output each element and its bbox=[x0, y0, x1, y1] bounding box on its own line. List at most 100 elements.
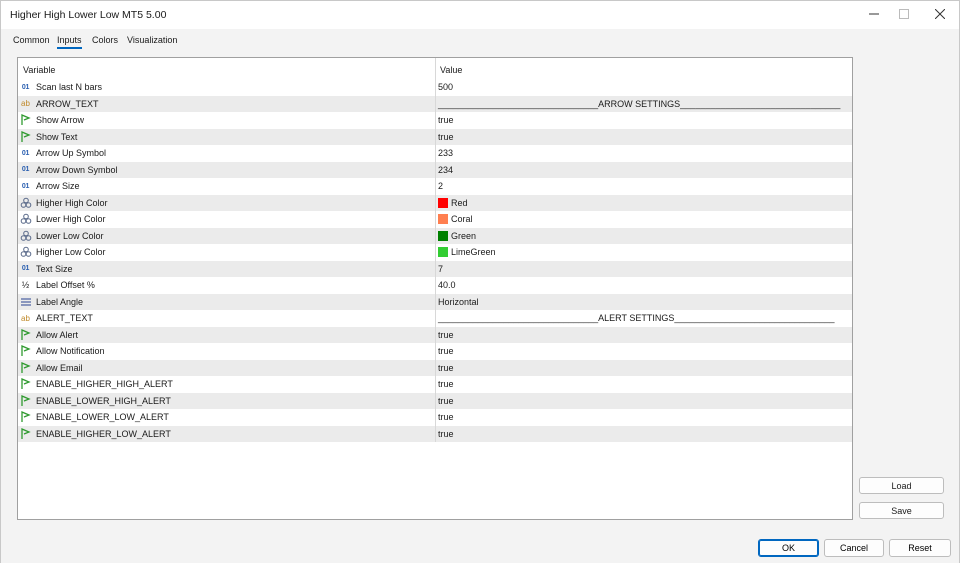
fraction-type-icon: ½ bbox=[21, 280, 30, 291]
variable-cell[interactable]: Allow Email bbox=[19, 360, 435, 377]
value-cell[interactable]: ________________________________ARROW SE… bbox=[435, 95, 852, 112]
load-button[interactable]: Load bbox=[859, 477, 944, 494]
variable-cell[interactable]: Show Arrow bbox=[19, 112, 435, 129]
tab-bar: Common Inputs Colors Visualization bbox=[1, 29, 959, 51]
value-cell[interactable]: true bbox=[435, 392, 852, 409]
variable-cell[interactable]: ½ Label Offset % bbox=[19, 277, 435, 294]
boolean-flag-icon bbox=[19, 378, 32, 390]
table-row[interactable]: 01 Scan last N bars 500 bbox=[18, 79, 852, 96]
table-row[interactable]: ENABLE_HIGHER_HIGH_ALERT true bbox=[18, 376, 852, 393]
value-cell[interactable]: ________________________________ALERT SE… bbox=[435, 310, 852, 327]
value-cell[interactable]: true bbox=[435, 112, 852, 129]
table-row[interactable]: Label Angle Horizontal bbox=[18, 293, 852, 311]
table-row[interactable]: ENABLE_LOWER_HIGH_ALERT true bbox=[18, 392, 852, 410]
table-row[interactable]: Show Text true bbox=[18, 128, 852, 146]
value-cell[interactable]: true bbox=[435, 359, 852, 376]
variable-cell[interactable]: Higher Low Color bbox=[19, 244, 435, 261]
value-cell[interactable]: true bbox=[435, 376, 852, 393]
variable-cell[interactable]: 01 Arrow Down Symbol bbox=[19, 162, 435, 179]
table-row[interactable]: Lower High Color Coral bbox=[18, 211, 852, 228]
table-row[interactable]: 01 Arrow Down Symbol 234 bbox=[18, 161, 852, 179]
table-row[interactable]: Lower Low Color Green bbox=[18, 227, 852, 245]
value-cell[interactable]: Coral bbox=[435, 211, 852, 228]
cancel-button[interactable]: Cancel bbox=[824, 539, 884, 557]
close-button[interactable] bbox=[922, 1, 958, 29]
grid-header: Variable Value bbox=[18, 58, 852, 79]
header-variable[interactable]: Variable bbox=[23, 65, 55, 75]
variable-cell[interactable]: Higher High Color bbox=[19, 195, 435, 212]
tab-colors[interactable]: Colors bbox=[92, 35, 118, 45]
table-row[interactable]: Higher High Color Red bbox=[18, 194, 852, 212]
value-cell[interactable]: 234 bbox=[435, 161, 852, 178]
variable-cell[interactable]: 01 Arrow Up Symbol bbox=[19, 145, 435, 162]
variable-name: Show Text bbox=[36, 131, 78, 142]
variable-cell[interactable]: Show Text bbox=[19, 129, 435, 146]
variable-name: Allow Alert bbox=[36, 329, 79, 340]
variable-cell[interactable]: ENABLE_LOWER_LOW_ALERT bbox=[19, 409, 435, 426]
value-cell[interactable]: 40.0 bbox=[435, 277, 852, 294]
variable-cell[interactable]: ab ALERT_TEXT bbox=[19, 310, 435, 327]
table-row[interactable]: Allow Alert true bbox=[18, 326, 852, 344]
table-row[interactable]: Higher Low Color LimeGreen bbox=[18, 244, 852, 261]
value-cell[interactable]: true bbox=[435, 343, 852, 360]
value-cell[interactable]: true bbox=[435, 326, 852, 343]
ok-button[interactable]: OK bbox=[758, 539, 819, 557]
variable-cell[interactable]: Label Angle bbox=[19, 294, 435, 311]
variable-cell[interactable]: ab ARROW_TEXT bbox=[19, 96, 435, 113]
color-swatch[interactable] bbox=[438, 214, 448, 225]
reset-button[interactable]: Reset bbox=[889, 539, 951, 557]
color-swatch[interactable] bbox=[438, 230, 448, 241]
variable-cell[interactable]: ENABLE_LOWER_HIGH_ALERT bbox=[19, 393, 435, 410]
value-cell[interactable]: true bbox=[435, 409, 852, 426]
variable-cell[interactable]: Lower Low Color bbox=[19, 228, 435, 245]
value-cell[interactable]: 233 bbox=[435, 145, 852, 162]
value-text: 500 bbox=[438, 82, 454, 93]
variable-name: Lower High Color bbox=[36, 214, 106, 225]
variable-cell[interactable]: Allow Alert bbox=[19, 327, 435, 344]
value-cell[interactable]: Green bbox=[435, 227, 852, 244]
tab-common[interactable]: Common bbox=[13, 35, 50, 45]
inputs-grid[interactable]: Variable Value 01 Scan last N bars 500 ab AR… bbox=[17, 57, 853, 520]
variable-cell[interactable]: 01 Scan last N bars bbox=[19, 79, 435, 96]
variable-name: ALERT_TEXT bbox=[36, 313, 93, 324]
value-cell[interactable]: 7 bbox=[435, 260, 852, 277]
variable-cell[interactable]: 01 Text Size bbox=[19, 261, 435, 278]
variable-name: ENABLE_LOWER_LOW_ALERT bbox=[36, 412, 169, 423]
table-row[interactable]: ab ALERT_TEXT ____________________________… bbox=[18, 310, 852, 327]
variable-cell[interactable]: ENABLE_HIGHER_LOW_ALERT bbox=[19, 426, 435, 443]
value-cell[interactable]: Horizontal bbox=[435, 293, 852, 310]
tab-inputs[interactable]: Inputs bbox=[57, 35, 82, 49]
variable-cell[interactable]: Allow Notification bbox=[19, 343, 435, 360]
table-row[interactable]: ENABLE_HIGHER_LOW_ALERT true bbox=[18, 425, 852, 443]
tab-visualization[interactable]: Visualization bbox=[127, 35, 177, 45]
maximize-button[interactable] bbox=[886, 1, 922, 29]
variable-cell[interactable]: 01 Arrow Size bbox=[19, 178, 435, 195]
table-row[interactable]: Show Arrow true bbox=[18, 112, 852, 129]
color-swatch[interactable] bbox=[438, 247, 448, 258]
value-cell[interactable]: Red bbox=[435, 194, 852, 211]
table-row[interactable]: Allow Email true bbox=[18, 359, 852, 377]
table-row[interactable]: 01 Text Size 7 bbox=[18, 260, 852, 278]
value-cell[interactable]: true bbox=[435, 128, 852, 145]
boolean-flag-icon bbox=[19, 427, 32, 440]
table-row[interactable]: 01 Arrow Up Symbol 233 bbox=[18, 145, 852, 162]
header-value[interactable]: Value bbox=[440, 65, 462, 75]
header-divider[interactable] bbox=[435, 58, 436, 79]
table-row[interactable]: 01 Arrow Size 2 bbox=[18, 178, 852, 195]
table-row[interactable]: Allow Notification true bbox=[18, 343, 852, 360]
variable-name: Higher Low Color bbox=[36, 247, 106, 258]
value-text: Coral bbox=[451, 214, 473, 225]
variable-cell[interactable]: Lower High Color bbox=[19, 211, 435, 228]
table-row[interactable]: ENABLE_LOWER_LOW_ALERT true bbox=[18, 409, 852, 426]
value-cell[interactable]: true bbox=[435, 425, 852, 442]
save-button[interactable]: Save bbox=[859, 502, 944, 519]
color-swatch[interactable] bbox=[438, 197, 448, 208]
boolean-flag-icon bbox=[19, 394, 32, 407]
table-row[interactable]: ½ Label Offset % 40.0 bbox=[18, 277, 852, 294]
table-row[interactable]: ab ARROW_TEXT ____________________________… bbox=[18, 95, 852, 113]
value-cell[interactable]: 500 bbox=[435, 79, 852, 96]
value-cell[interactable]: 2 bbox=[435, 178, 852, 195]
variable-cell[interactable]: ENABLE_HIGHER_HIGH_ALERT bbox=[19, 376, 435, 393]
value-cell[interactable]: LimeGreen bbox=[435, 244, 852, 261]
value-text: true bbox=[438, 115, 454, 126]
